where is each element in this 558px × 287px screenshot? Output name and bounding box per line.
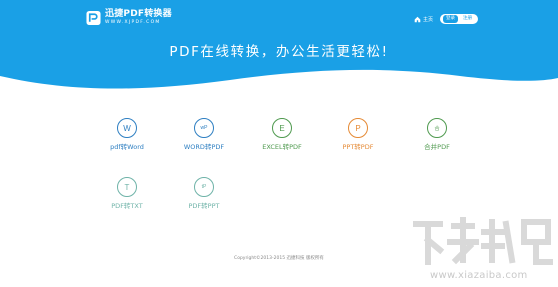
auth-pill: 登录 注册 [440, 14, 478, 24]
home-icon [414, 16, 421, 22]
logo-name: 迅捷PDF转换器 [105, 9, 172, 20]
top-nav: 主页 登录 注册 [414, 14, 478, 24]
pdf-ppt-icon: tP [194, 177, 214, 197]
logo[interactable]: 迅捷PDF转换器 WWW.XJPDF.COM [86, 10, 172, 26]
tool-label: 合并PDF [424, 143, 450, 151]
tool-pdf-to-txt[interactable]: T PDF转TXT [90, 177, 164, 210]
register-button[interactable]: 注册 [460, 15, 475, 22]
login-button[interactable]: 登录 [443, 15, 458, 23]
word-pdf-icon: wP [194, 118, 214, 138]
tool-ppt-to-pdf[interactable]: P PPT转PDF [321, 118, 395, 151]
watermark-url: www.xiazaiba.com [430, 270, 528, 281]
tool-pdf-to-ppt[interactable]: tP PDF转PPT [167, 177, 241, 210]
ppt-icon: P [348, 118, 368, 138]
tool-excel-to-pdf[interactable]: E EXCEL转PDF [245, 118, 319, 151]
header-wave [0, 69, 558, 90]
tool-label: PPT转PDF [342, 143, 374, 151]
tool-word-to-pdf[interactable]: wP WORD转PDF [167, 118, 241, 151]
logo-icon [86, 10, 101, 26]
tool-pdf-to-word[interactable]: W pdf转Word [90, 118, 164, 151]
merge-icon: 合 [427, 118, 447, 138]
header-banner: 迅捷PDF转换器 WWW.XJPDF.COM 主页 登录 注册 PDF在线转换，… [0, 0, 558, 90]
tool-label: PDF转PPT [188, 202, 220, 210]
tool-label: pdf转Word [110, 143, 144, 151]
home-link[interactable]: 主页 [414, 16, 433, 23]
word-icon: W [117, 118, 137, 138]
txt-icon: T [117, 177, 137, 197]
tool-merge-pdf[interactable]: 合 合并PDF [400, 118, 474, 151]
tool-label: EXCEL转PDF [262, 143, 302, 151]
logo-url: WWW.XJPDF.COM [105, 20, 161, 26]
home-label: 主页 [422, 16, 433, 23]
slogan: PDF在线转换，办公生活更轻松! [169, 44, 389, 60]
tool-label: PDF转TXT [111, 202, 143, 210]
tool-label: WORD转PDF [183, 143, 225, 151]
excel-icon: E [272, 118, 292, 138]
